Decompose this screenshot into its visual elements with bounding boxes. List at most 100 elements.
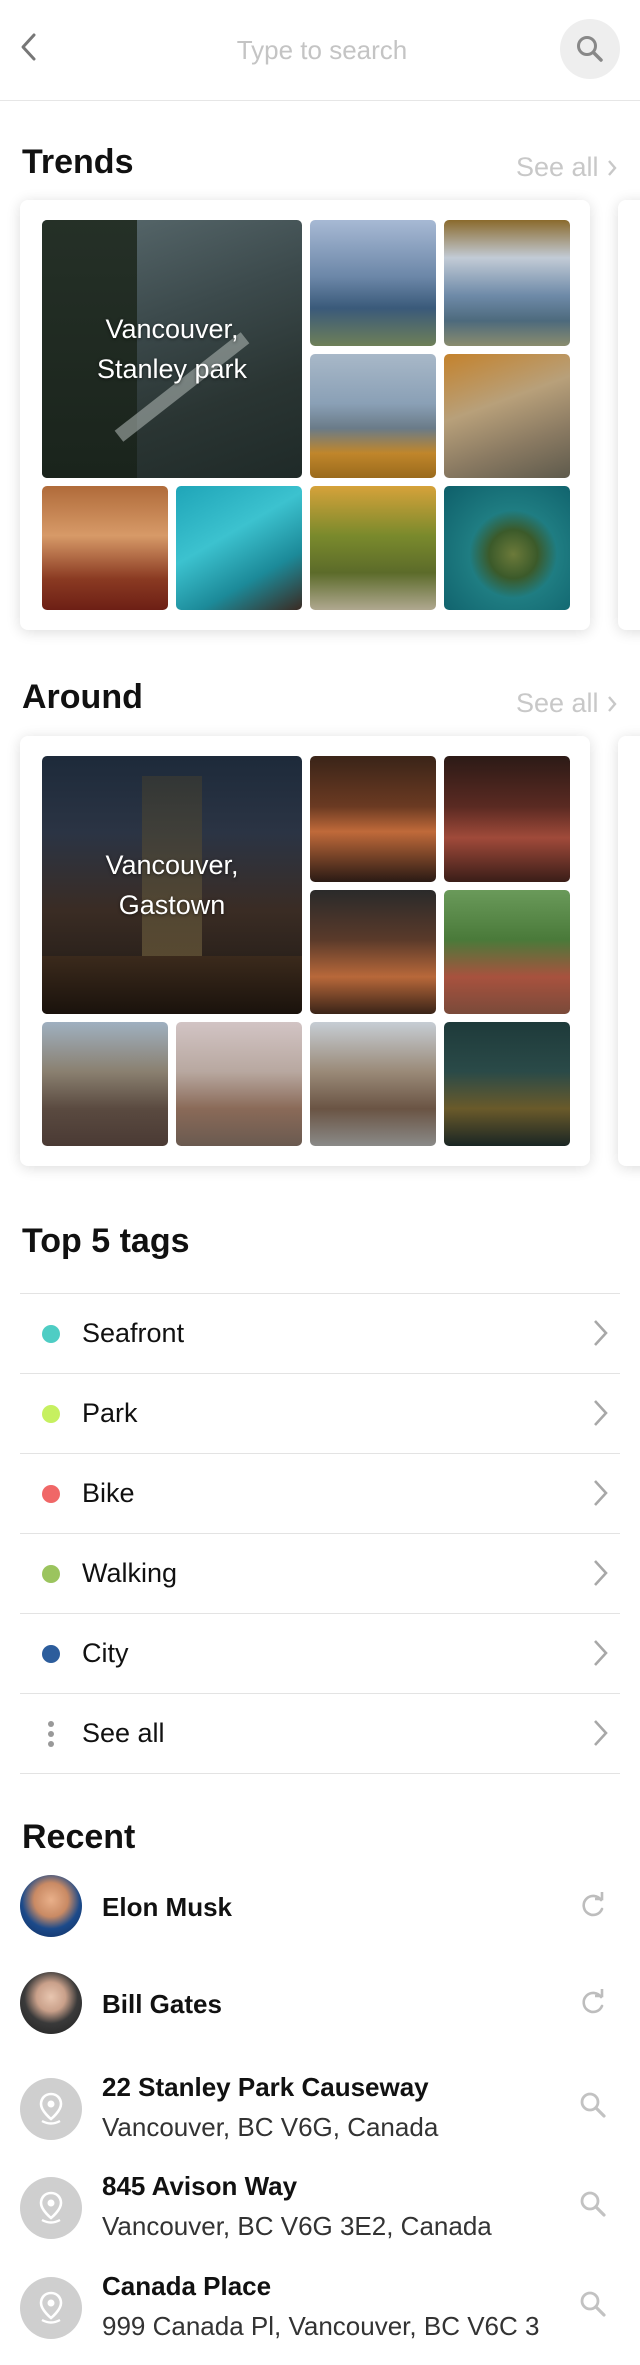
refresh-icon xyxy=(582,1989,604,2014)
trends-next-card[interactable] xyxy=(618,200,640,630)
tag-item-seafront[interactable]: Seafront xyxy=(20,1293,620,1373)
refresh-icon xyxy=(582,1892,604,1917)
tag-color-dot xyxy=(42,1324,60,1343)
trends-card[interactable]: Vancouver, Stanley park xyxy=(20,200,590,630)
avatar xyxy=(20,1972,82,2034)
around-photo-1[interactable] xyxy=(310,756,436,882)
tag-label: Bike xyxy=(82,1478,135,1508)
chevron-right-icon xyxy=(607,159,617,176)
around-title: Around xyxy=(22,678,143,716)
around-photo-4[interactable] xyxy=(444,890,570,1014)
recent-item-place[interactable]: Canada Place 999 Canada Pl, Vancouver, B… xyxy=(20,2267,620,2347)
trends-photo-4[interactable] xyxy=(444,354,570,478)
around-photo-3[interactable] xyxy=(310,890,436,1014)
more-vertical-icon xyxy=(42,1720,60,1747)
location-pin-avatar xyxy=(20,2078,82,2140)
around-photo-6[interactable] xyxy=(176,1022,302,1146)
see-all-label: See all xyxy=(516,688,599,718)
chevron-right-icon xyxy=(594,1320,608,1346)
chevron-right-icon xyxy=(594,1640,608,1666)
repeat-search-button[interactable] xyxy=(576,1986,610,2020)
around-card[interactable]: Vancouver, Gastown xyxy=(20,736,590,1166)
tag-color-dot xyxy=(42,1564,60,1583)
recent-item-person[interactable]: Bill Gates xyxy=(20,1972,620,2034)
feature-caption: Vancouver, Gastown xyxy=(42,756,302,1014)
search-icon xyxy=(580,2092,606,2118)
tag-label: City xyxy=(82,1638,129,1668)
trends-photo-6[interactable] xyxy=(176,486,302,610)
chevron-left-icon xyxy=(21,33,36,61)
search-icon xyxy=(577,36,603,62)
tag-label: Park xyxy=(82,1398,138,1428)
tag-label: Seafront xyxy=(82,1318,185,1348)
repeat-search-button[interactable] xyxy=(576,2287,610,2321)
caption-line-1: Vancouver, xyxy=(105,314,239,344)
see-all-label: See all xyxy=(516,152,599,182)
chevron-right-icon xyxy=(607,695,617,712)
tag-color-dot xyxy=(42,1644,60,1663)
location-pin-avatar xyxy=(20,2177,82,2239)
recent-name: Bill Gates xyxy=(102,1989,222,2019)
repeat-search-button[interactable] xyxy=(576,2088,610,2122)
search-icon xyxy=(580,2291,606,2317)
tag-label: See all xyxy=(82,1718,165,1748)
location-pin-icon xyxy=(39,2291,63,2324)
chevron-right-icon xyxy=(594,1720,608,1746)
tag-item-bike[interactable]: Bike xyxy=(20,1453,620,1533)
avatar xyxy=(20,1875,82,1937)
recent-item-place[interactable]: 22 Stanley Park Causeway Vancouver, BC V… xyxy=(20,2068,620,2148)
recent-place-address: 999 Canada Pl, Vancouver, BC V6C 3 xyxy=(102,2311,540,2341)
search-icon xyxy=(580,2191,606,2217)
location-pin-icon xyxy=(39,2092,63,2125)
around-see-all-link[interactable]: See all xyxy=(516,688,617,719)
tags-see-all-row[interactable]: See all xyxy=(20,1693,620,1774)
trends-photo-2[interactable] xyxy=(444,220,570,346)
repeat-search-button[interactable] xyxy=(576,2187,610,2221)
recent-item-person[interactable]: Elon Musk xyxy=(20,1875,620,1937)
feature-caption: Vancouver, Stanley park xyxy=(42,220,302,478)
tag-item-park[interactable]: Park xyxy=(20,1373,620,1453)
top-bar xyxy=(0,0,640,101)
recent-place-name: Canada Place xyxy=(102,2271,272,2301)
trends-photo-5[interactable] xyxy=(42,486,168,610)
around-next-card[interactable] xyxy=(618,736,640,1166)
stanley-park-photo[interactable]: Vancouver, Stanley park xyxy=(42,220,302,478)
trends-see-all-link[interactable]: See all xyxy=(516,152,617,183)
trends-photo-7[interactable] xyxy=(310,486,436,610)
trends-title: Trends xyxy=(22,143,134,181)
caption-line-2: Gastown xyxy=(118,890,226,920)
recent-place-name: 22 Stanley Park Causeway xyxy=(102,2072,429,2102)
chevron-right-icon xyxy=(594,1560,608,1586)
search-input[interactable] xyxy=(180,28,464,72)
around-photo-7[interactable] xyxy=(310,1022,436,1146)
around-photo-5[interactable] xyxy=(42,1022,168,1146)
around-photo-2[interactable] xyxy=(444,756,570,882)
recent-place-name: 845 Avison Way xyxy=(102,2171,298,2201)
tag-color-dot xyxy=(42,1484,60,1503)
tags-title: Top 5 tags xyxy=(22,1222,190,1260)
chevron-right-icon xyxy=(594,1480,608,1506)
tags-list: Seafront Park Bike Walking City See all xyxy=(20,1293,620,1774)
search-button[interactable] xyxy=(560,19,620,79)
tag-color-dot xyxy=(42,1404,60,1423)
caption-line-1: Vancouver, xyxy=(105,850,239,880)
trends-photo-8[interactable] xyxy=(444,486,570,610)
trends-photo-1[interactable] xyxy=(310,220,436,346)
recent-place-address: Vancouver, BC V6G 3E2, Canada xyxy=(102,2211,492,2241)
location-pin-icon xyxy=(39,2191,63,2224)
recent-item-place[interactable]: 845 Avison Way Vancouver, BC V6G 3E2, Ca… xyxy=(20,2167,620,2247)
repeat-search-button[interactable] xyxy=(576,1889,610,1923)
location-pin-avatar xyxy=(20,2277,82,2339)
recent-title: Recent xyxy=(22,1818,136,1856)
trends-photo-3[interactable] xyxy=(310,354,436,478)
back-button[interactable] xyxy=(16,32,40,62)
recent-place-address: Vancouver, BC V6G, Canada xyxy=(102,2112,439,2142)
tag-label: Walking xyxy=(82,1558,178,1588)
tag-item-walking[interactable]: Walking xyxy=(20,1533,620,1613)
recent-name: Elon Musk xyxy=(102,1892,233,1922)
gastown-photo[interactable]: Vancouver, Gastown xyxy=(42,756,302,1014)
chevron-right-icon xyxy=(594,1400,608,1426)
caption-line-2: Stanley park xyxy=(96,354,248,384)
around-photo-8[interactable] xyxy=(444,1022,570,1146)
tag-item-city[interactable]: City xyxy=(20,1613,620,1693)
